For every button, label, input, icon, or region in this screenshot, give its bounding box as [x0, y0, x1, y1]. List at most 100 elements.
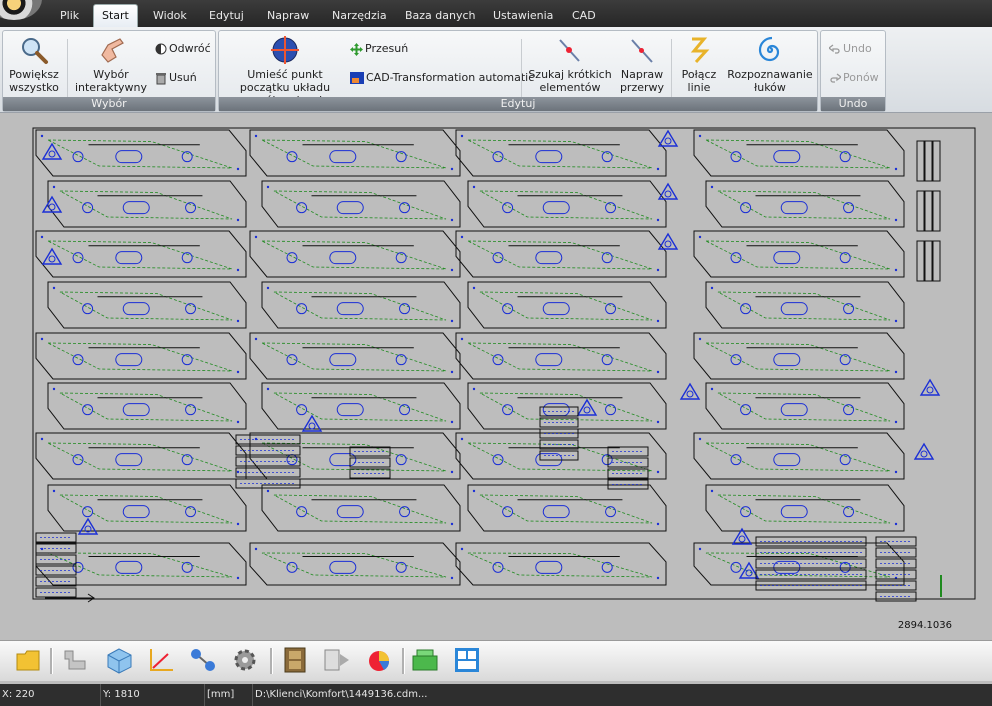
- cad-canvas[interactable]: 2894.1036: [0, 113, 992, 640]
- part-hole: [492, 561, 504, 573]
- application-menu-button[interactable]: [0, 0, 42, 20]
- arc-recognition-label: Rozpoznawanie łuków: [727, 68, 813, 94]
- cut-path: [59, 494, 233, 524]
- layout-button[interactable]: [452, 646, 484, 676]
- part-marker: [472, 286, 476, 290]
- 3d-view-button[interactable]: [104, 646, 136, 676]
- cut-path: [261, 342, 447, 372]
- part-outline: [261, 180, 461, 228]
- settings-button[interactable]: [230, 646, 262, 676]
- part-slot-hole: [542, 302, 570, 316]
- cut-path: [273, 190, 447, 220]
- part-marker: [236, 268, 240, 272]
- part-marker: [236, 522, 240, 526]
- part-marker: [450, 522, 454, 526]
- part-slot-hole: [115, 251, 143, 265]
- part-marker: [894, 522, 898, 526]
- part-slot-hole: [329, 453, 357, 467]
- cut-path: [479, 291, 653, 321]
- trash-icon: [156, 72, 166, 84]
- triangle-hole: [664, 190, 672, 198]
- part-outline: [467, 281, 667, 329]
- redo-button[interactable]: Ponów: [829, 70, 879, 86]
- open-file-button[interactable]: [14, 646, 46, 676]
- tab-napraw[interactable]: Napraw: [259, 5, 317, 27]
- magnifier-icon: [22, 38, 48, 64]
- invert-selection-button[interactable]: Odwróć: [155, 41, 211, 57]
- interactive-select-button[interactable]: Wybór interaktywny: [73, 35, 149, 94]
- zoom-all-label: Powiększ wszystko: [9, 68, 59, 94]
- play-button[interactable]: [322, 646, 354, 676]
- cad-transformation-button[interactable]: CAD-Transformation automatic: [350, 70, 534, 86]
- nodes-tool-button[interactable]: [188, 646, 220, 676]
- arc-recognition-button[interactable]: Rozpoznawanie łuków: [727, 35, 813, 94]
- move-button[interactable]: Przesuń: [350, 41, 408, 57]
- tab-narzedzia[interactable]: Narzędzia: [324, 5, 395, 27]
- pipe-tool-button[interactable]: [60, 646, 92, 676]
- tab-plik[interactable]: Plik: [52, 5, 87, 27]
- part-outline: [705, 281, 905, 329]
- tab-ustawienia[interactable]: Ustawienia: [485, 5, 561, 27]
- part-slot-hole: [542, 403, 570, 417]
- part-slot-hole: [122, 201, 150, 215]
- part-marker: [460, 134, 464, 138]
- group-label-wybor: Wybór: [3, 97, 215, 111]
- part-slot-hole: [122, 302, 150, 316]
- part-marker: [236, 370, 240, 374]
- part-marker: [236, 319, 240, 323]
- part-marker: [254, 235, 258, 239]
- machine-button[interactable]: [410, 646, 442, 676]
- part-marker: [40, 437, 44, 441]
- triangle-hole: [738, 535, 746, 543]
- cut-path: [47, 342, 233, 372]
- tab-cad[interactable]: CAD: [564, 5, 604, 27]
- part-marker: [656, 319, 660, 323]
- tab-start[interactable]: Start: [93, 4, 138, 28]
- status-y-coordinate: Y: 1810: [100, 684, 203, 706]
- part-hole: [82, 303, 94, 315]
- part-marker: [656, 218, 660, 222]
- triangle-hole: [920, 450, 928, 458]
- cut-path: [47, 442, 233, 472]
- part-hole: [740, 404, 752, 416]
- part-slot-hole: [115, 150, 143, 164]
- zoom-all-button[interactable]: Powiększ wszystko: [5, 35, 63, 94]
- fix-gaps-button[interactable]: Napraw przerwy: [615, 35, 669, 94]
- part-marker: [472, 387, 476, 391]
- part-marker: [656, 470, 660, 474]
- nodes-icon: [191, 649, 215, 671]
- find-short-elements-button[interactable]: Szukaj krótkich elementów: [527, 35, 613, 94]
- part-slot-hole: [329, 560, 357, 574]
- part-outline: [261, 281, 461, 329]
- triangle-hole: [686, 390, 694, 398]
- part-marker: [236, 420, 240, 424]
- bottom-toolbar: [0, 640, 992, 681]
- axes-tool-button[interactable]: [146, 646, 178, 676]
- status-bar: X: 220 Y: 1810 [mm] D:\Klienci\Komfort\1…: [0, 684, 992, 706]
- strip-part: [932, 140, 941, 182]
- part-hole: [296, 202, 308, 214]
- part-marker: [236, 470, 240, 474]
- tab-widok[interactable]: Widok: [145, 5, 195, 27]
- part-marker: [710, 185, 714, 189]
- statistics-button[interactable]: [364, 646, 396, 676]
- status-file-path: D:\Klienci\Komfort\1449136.cdm...: [252, 684, 555, 706]
- join-lines-button[interactable]: Połącz linie: [675, 35, 723, 94]
- tab-edytuj[interactable]: Edytuj: [201, 5, 252, 27]
- separator: [521, 39, 522, 97]
- nesting-drawing[interactable]: [0, 113, 992, 640]
- part-slot-hole: [542, 505, 570, 519]
- delete-button[interactable]: Usuń: [155, 70, 197, 86]
- film-button[interactable]: [280, 646, 312, 676]
- part-slot-hole: [773, 353, 801, 367]
- part-marker: [450, 470, 454, 474]
- interactive-select-label: Wybór interaktywny: [74, 68, 148, 94]
- part-marker: [460, 337, 464, 341]
- status-x-coordinate: X: 220: [2, 689, 35, 700]
- undo-button[interactable]: Undo: [827, 41, 872, 57]
- part-outline: [47, 484, 247, 532]
- part-slot-hole: [115, 453, 143, 467]
- dimension-readout: 2894.1036: [897, 620, 952, 631]
- part-slot-hole: [115, 560, 143, 574]
- tab-baza-danych[interactable]: Baza danych: [397, 5, 484, 27]
